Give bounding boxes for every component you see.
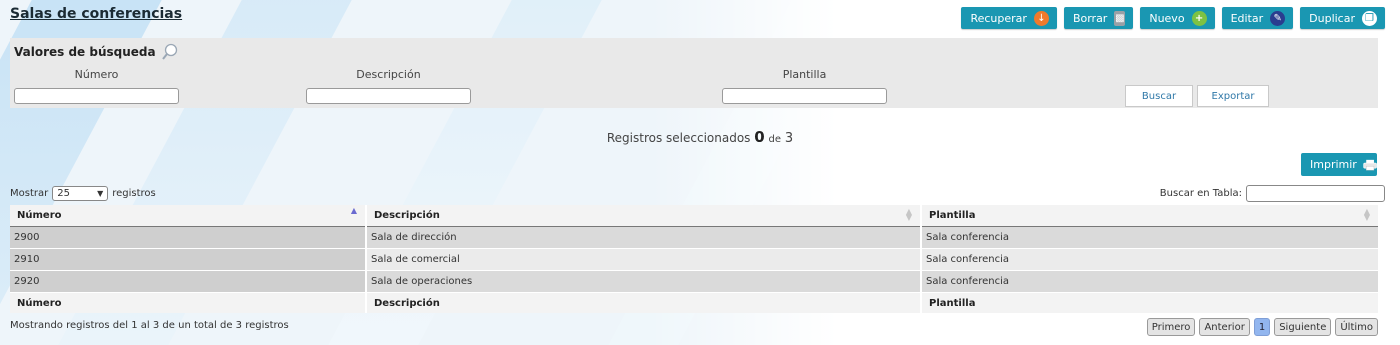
footer-descripcion: Descripción <box>365 292 921 313</box>
cell-numero: 2920 <box>10 270 366 293</box>
selected-count: 0 <box>754 128 765 146</box>
search-panel-title-text: Valores de búsqueda <box>14 45 156 59</box>
search-panel: Valores de búsqueda Número Descripción P… <box>10 38 1378 108</box>
sort-ascending-icon: ▲ <box>350 206 357 215</box>
cell-descripcion: Sala de operaciones <box>365 270 921 293</box>
length-prefix: Mostrar <box>10 188 49 199</box>
column-header-plantilla[interactable]: Plantilla ▲ ▼ <box>920 205 1378 227</box>
descripcion-input[interactable] <box>306 88 471 104</box>
nuevo-label: Nuevo <box>1149 11 1185 25</box>
footer-numero: Número <box>10 292 366 313</box>
next-page-button[interactable]: Siguiente <box>1274 318 1332 336</box>
cell-plantilla: Sala conferencia <box>920 248 1378 271</box>
cell-plantilla: Sala conferencia <box>920 226 1378 249</box>
page-length-control: Mostrar 25 ▼ registros <box>10 186 156 201</box>
imprimir-button[interactable]: Imprimir <box>1301 153 1377 176</box>
pagination: Primero Anterior 1 Siguiente Último <box>1146 318 1378 336</box>
total-count: 3 <box>784 131 794 146</box>
pencil-icon: ✎ <box>1270 10 1286 26</box>
numero-label: Número <box>74 68 119 81</box>
chevron-down-icon: ▼ <box>97 189 104 198</box>
page-length-value: 25 <box>57 188 70 199</box>
magnifier-icon <box>161 43 177 60</box>
length-suffix: registros <box>112 188 156 199</box>
plantilla-label: Plantilla <box>782 68 827 81</box>
table-row[interactable]: 2910 Sala de comercial Sala conferencia <box>10 248 1378 271</box>
borrar-label: Borrar <box>1072 11 1108 25</box>
column-header-descripcion[interactable]: Descripción ▲ ▼ <box>365 205 921 227</box>
table-row[interactable]: 2900 Sala de dirección Sala conferencia <box>10 226 1378 249</box>
page-title: Salas de conferencias <box>10 6 183 22</box>
duplicar-label: Duplicar <box>1309 11 1355 25</box>
table-header-row: Número ▲ Descripción ▲ ▼ Plantilla ▲ ▼ <box>10 205 1378 227</box>
previous-page-button[interactable]: Anterior <box>1199 318 1250 336</box>
cell-descripcion: Sala de dirección <box>365 226 921 249</box>
selection-count: Registros seleccionados 0 de 3 <box>0 128 1400 146</box>
plus-icon: + <box>1191 10 1207 26</box>
recuperar-label: Recuperar <box>970 11 1027 25</box>
buscar-button[interactable]: Buscar <box>1125 85 1193 107</box>
exportar-button[interactable]: Exportar <box>1197 85 1269 107</box>
trash-icon: ▩ <box>1114 10 1126 26</box>
cell-numero: 2910 <box>10 248 366 271</box>
table-search-label: Buscar en Tabla: <box>1159 188 1242 199</box>
cell-numero: 2900 <box>10 226 366 249</box>
printer-icon <box>1363 159 1377 170</box>
selection-prefix: Registros seleccionados <box>606 131 751 145</box>
first-page-button[interactable]: Primero <box>1146 318 1196 336</box>
download-arrow-icon: ↓ <box>1033 10 1049 26</box>
page-1-button[interactable]: 1 <box>1253 318 1271 336</box>
recuperar-button[interactable]: Recuperar ↓ <box>961 7 1057 29</box>
page-length-select[interactable]: 25 ▼ <box>52 186 109 201</box>
editar-button[interactable]: Editar ✎ <box>1221 7 1294 29</box>
sort-both-icon: ▲ ▼ <box>905 207 912 222</box>
search-panel-title: Valores de búsqueda <box>14 43 179 61</box>
descripcion-label: Descripción <box>356 68 421 81</box>
sort-both-icon: ▲ ▼ <box>1363 207 1370 222</box>
duplicar-button[interactable]: Duplicar ❐ <box>1300 7 1385 29</box>
duplicate-icon: ❐ <box>1362 10 1377 26</box>
imprimir-label: Imprimir <box>1310 158 1357 171</box>
selection-of: de <box>768 134 782 145</box>
table-search: Buscar en Tabla: <box>1160 185 1385 202</box>
toolbar: Recuperar ↓ Borrar ▩ Nuevo + Editar ✎ Du… <box>961 7 1385 29</box>
plantilla-input[interactable] <box>722 88 887 104</box>
numero-input[interactable] <box>14 88 179 104</box>
footer-plantilla: Plantilla <box>920 292 1378 313</box>
table-search-input[interactable] <box>1246 185 1385 202</box>
column-header-label: Plantilla <box>929 210 976 221</box>
cell-plantilla: Sala conferencia <box>920 270 1378 293</box>
editar-label: Editar <box>1230 11 1264 25</box>
table-info: Mostrando registros del 1 al 3 de un tot… <box>10 320 289 331</box>
results-table: Número ▲ Descripción ▲ ▼ Plantilla ▲ ▼ 2900 S… <box>10 205 1378 313</box>
table-row[interactable]: 2920 Sala de operaciones Sala conferenci… <box>10 270 1378 293</box>
column-header-label: Descripción <box>374 210 440 221</box>
nuevo-button[interactable]: Nuevo + <box>1140 7 1215 29</box>
cell-descripcion: Sala de comercial <box>365 248 921 271</box>
borrar-button[interactable]: Borrar ▩ <box>1063 7 1134 29</box>
column-header-label: Número <box>17 210 62 221</box>
last-page-button[interactable]: Último <box>1335 318 1378 336</box>
table-footer-row: Número Descripción Plantilla <box>10 292 1378 313</box>
column-header-numero[interactable]: Número ▲ <box>10 205 366 227</box>
